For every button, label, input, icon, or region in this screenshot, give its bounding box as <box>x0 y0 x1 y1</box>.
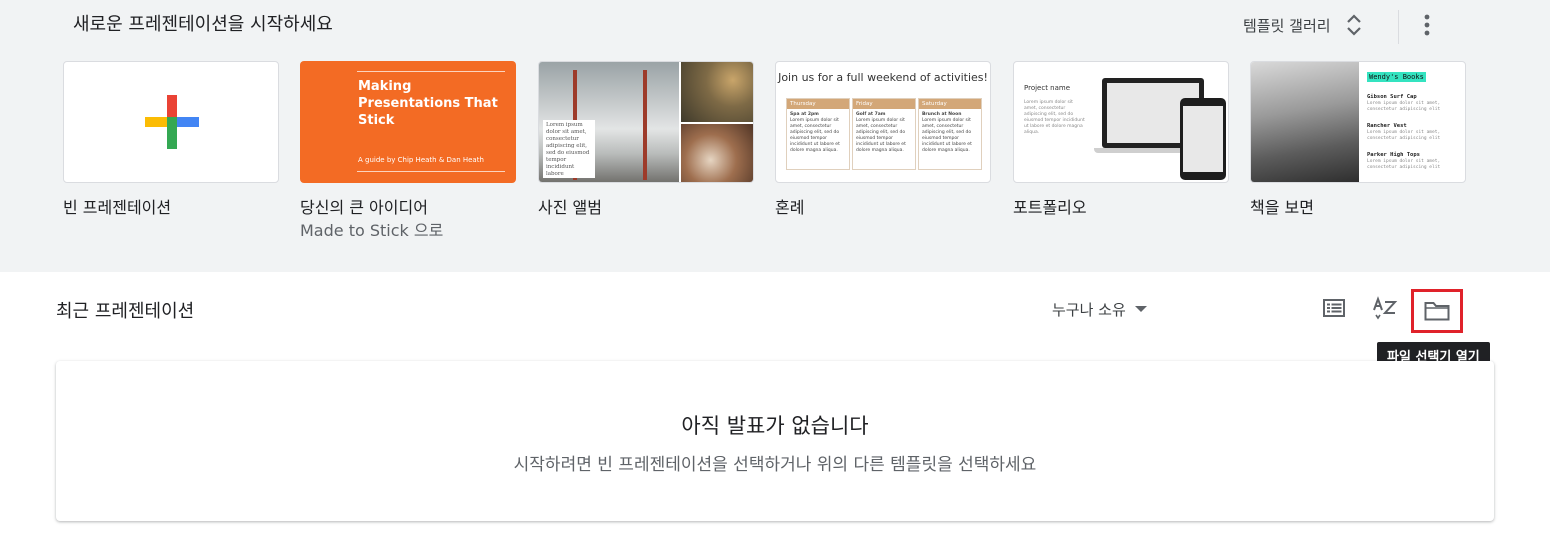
bridge-tower <box>643 70 647 180</box>
template-thumbnail[interactable]: Wendy's Books Gibson Surf Cap Lorem ipsu… <box>1250 61 1466 183</box>
sort-az-icon <box>1373 296 1398 320</box>
gallery-divider <box>1398 10 1399 44</box>
entry-title: Rancher Vest <box>1367 123 1407 129</box>
template-lookbook[interactable]: Wendy's Books Gibson Surf Cap Lorem ipsu… <box>1250 61 1466 219</box>
wedding-day-column: Thursday Spa at 2pm Lorem ipsum dolor sit… <box>786 98 850 170</box>
template-portfolio[interactable]: Project name Lorem ipsum dolor sit amet,… <box>1013 61 1229 219</box>
template-made-to-stick[interactable]: Making Presentations That Stick A guide … <box>300 61 516 242</box>
owner-filter-dropdown[interactable]: 누구나 소유 <box>1052 296 1147 322</box>
open-file-picker-button[interactable] <box>1411 289 1463 333</box>
book-tag: Wendy's Books <box>1367 72 1426 82</box>
list-view-icon <box>1323 299 1345 317</box>
template-label: 빈 프레젠테이션 <box>63 198 172 217</box>
sort-button[interactable] <box>1369 294 1401 322</box>
template-label: 책을 보면 <box>1250 198 1314 217</box>
template-thumbnail[interactable] <box>63 61 279 183</box>
empty-state-subtitle: 시작하려면 빈 프레젠테이션을 선택하거나 위의 다른 템플릿을 선택하세요 <box>513 455 1037 475</box>
template-label: 사진 앨범 <box>538 198 602 217</box>
thumb-title: Project name <box>1024 84 1071 92</box>
template-label: 당신의 큰 아이디어 <box>300 198 428 217</box>
thumb-title: Join us for a full weekend of activities… <box>778 71 988 84</box>
event-text: Lorem ipsum dolor sit amet, consectetur … <box>790 118 840 153</box>
event-text: Lorem ipsum dolor sit amet, consectetur … <box>856 118 906 153</box>
thumb-body: Lorem ipsum dolor sit amet, consectetur … <box>1024 100 1085 135</box>
template-gallery-section: 새로운 프레젠테이션을 시작하세요 템플릿 갤러리 빈 프레젠테이션 Makin… <box>0 0 1550 272</box>
skater-photo <box>1251 62 1359 182</box>
day-body: Golf at 7am Lorem ipsum dolor sit amet, c… <box>853 109 915 157</box>
day-header: Saturday <box>919 99 981 109</box>
google-plus-icon <box>145 95 199 149</box>
entry-text: Lorem ipsum dolor sit amet, consectetur … <box>1367 159 1441 170</box>
template-gallery-toggle[interactable]: 템플릿 갤러리 <box>1243 10 1365 40</box>
more-vert-icon <box>1424 14 1430 36</box>
owner-filter-label: 누구나 소유 <box>1052 300 1126 319</box>
event-name: Spa at 2pm <box>790 112 819 117</box>
list-view-button[interactable] <box>1318 294 1350 322</box>
wedding-day-column: Saturday Brunch at Noon Lorem ipsum dolor… <box>918 98 982 170</box>
template-thumbnail[interactable]: Join us for a full weekend of activities… <box>775 61 991 183</box>
day-header: Friday <box>853 99 915 109</box>
template-blank[interactable]: 빈 프레젠테이션 <box>63 61 279 219</box>
thumb-subtitle: A guide by Chip Heath & Dan Heath <box>358 156 484 164</box>
template-gallery-label: 템플릿 갤러리 <box>1243 16 1331 35</box>
event-text: Lorem ipsum dolor sit amet, consectetur … <box>922 118 972 153</box>
template-sublabel: Made to Stick 으로 <box>300 221 444 240</box>
phone-screen <box>1183 106 1223 172</box>
entry-text: Lorem ipsum dolor sit amet, consectetur … <box>1367 130 1441 141</box>
template-label: 포트폴리오 <box>1013 198 1087 217</box>
leaf-photo <box>681 62 753 122</box>
template-wedding[interactable]: Join us for a full weekend of activities… <box>775 61 991 219</box>
thumb-title: Making Presentations That Stick <box>358 79 498 128</box>
unfold-more-icon <box>1346 14 1361 36</box>
template-label: 혼례 <box>775 198 805 217</box>
template-photo-album[interactable]: Lorem ipsum dolor sit amet, consectetur … <box>538 61 754 219</box>
empty-state-title: 아직 발표가 없습니다 <box>681 414 869 438</box>
day-body: Brunch at Noon Lorem ipsum dolor sit amet… <box>919 109 981 157</box>
event-name: Brunch at Noon <box>922 112 962 117</box>
gallery-title: 새로운 프레젠테이션을 시작하세요 <box>73 14 333 35</box>
dropdown-caret-icon <box>1134 306 1147 312</box>
coffee-photo <box>681 124 753 182</box>
thumb-rule <box>357 71 505 72</box>
phone-graphic <box>1180 98 1226 180</box>
template-thumbnail[interactable]: Lorem ipsum dolor sit amet, consectetur … <box>538 61 754 183</box>
folder-icon <box>1424 302 1450 321</box>
template-thumbnail[interactable]: Project name Lorem ipsum dolor sit amet,… <box>1013 61 1229 183</box>
event-name: Golf at 7am <box>856 112 886 117</box>
entry-title: Parker High Tops <box>1367 152 1420 158</box>
wedding-day-column: Friday Golf at 7am Lorem ipsum dolor sit … <box>852 98 916 170</box>
day-body: Spa at 2pm Lorem ipsum dolor sit amet, co… <box>787 109 849 157</box>
photo-caption: Lorem ipsum dolor sit amet, consectetur … <box>543 120 595 178</box>
thumb-rule <box>357 171 505 172</box>
recent-presentations-title: 최근 프레젠테이션 <box>56 301 195 322</box>
template-thumbnail[interactable]: Making Presentations That Stick A guide … <box>300 61 516 183</box>
entry-title: Gibson Surf Cap <box>1367 94 1417 100</box>
day-header: Thursday <box>787 99 849 109</box>
empty-state-card: 아직 발표가 없습니다 시작하려면 빈 프레젠테이션을 선택하거나 위의 다른 … <box>56 361 1494 521</box>
entry-text: Lorem ipsum dolor sit amet, consectetur … <box>1367 101 1441 112</box>
more-options-button[interactable] <box>1412 10 1442 40</box>
